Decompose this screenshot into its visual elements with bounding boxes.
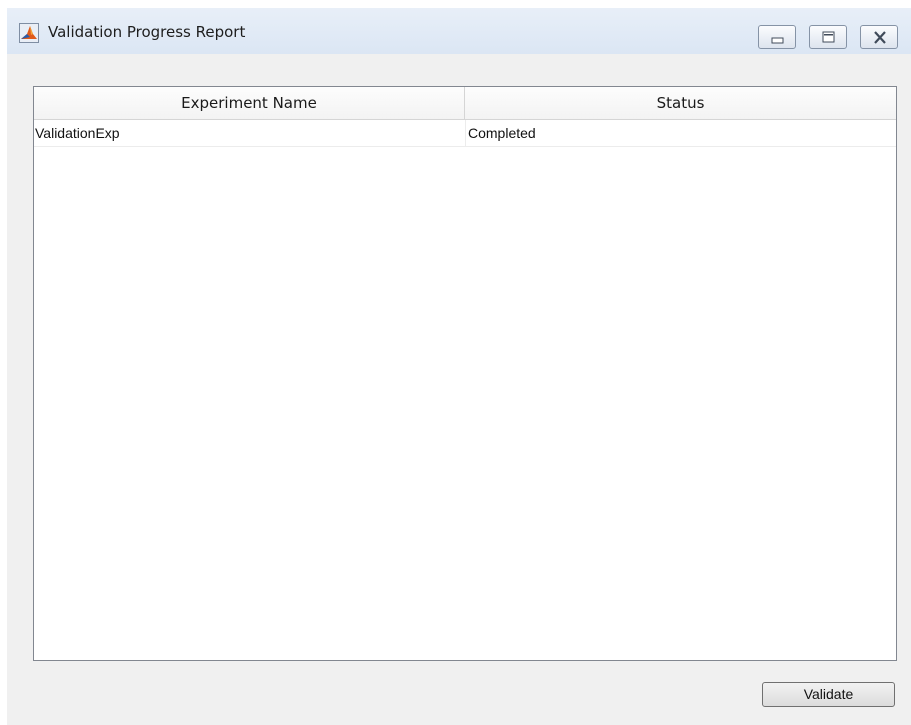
minimize-icon [771, 37, 784, 44]
cell-status[interactable]: Completed [465, 120, 898, 146]
close-button[interactable] [860, 25, 898, 49]
column-header-experiment-name[interactable]: Experiment Name [34, 87, 465, 119]
window-title: Validation Progress Report [48, 23, 246, 41]
maximize-button[interactable] [809, 25, 847, 49]
table-row[interactable]: ValidationExp Completed [34, 120, 896, 147]
maximize-icon [822, 31, 835, 43]
column-header-status[interactable]: Status [465, 87, 896, 119]
validate-button[interactable]: Validate [762, 682, 895, 707]
matlab-logo-icon [19, 23, 39, 43]
title-bar[interactable]: Validation Progress Report [7, 8, 911, 54]
minimize-button[interactable] [758, 25, 796, 49]
validation-progress-window: Validation Progress Report Experiment Na… [7, 8, 911, 725]
cell-experiment-name[interactable]: ValidationExp [34, 120, 465, 146]
experiments-table[interactable]: Experiment Name Status ValidationExp Com… [33, 86, 897, 661]
table-header: Experiment Name Status [34, 87, 896, 120]
close-icon [874, 31, 886, 44]
